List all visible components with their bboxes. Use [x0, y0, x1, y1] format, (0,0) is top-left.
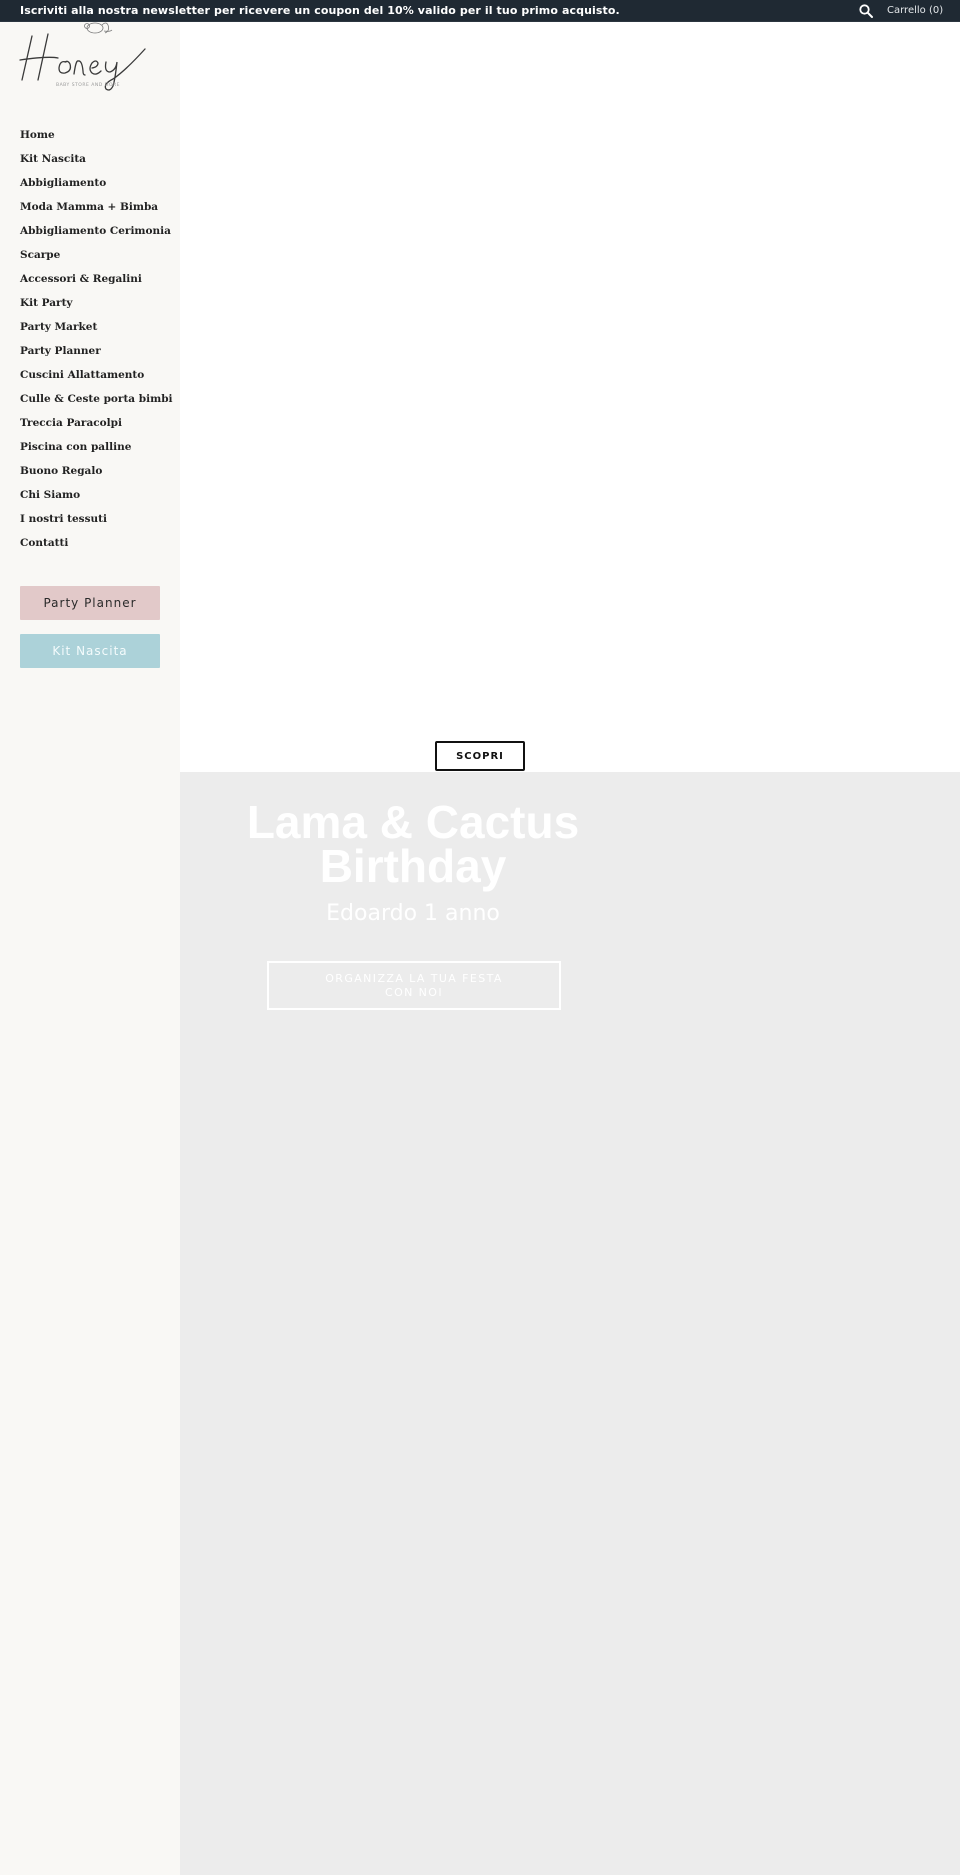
scopri-button[interactable]: SCOPRI [435, 741, 525, 771]
hero-title: Lama & Cactus Birthday [246, 796, 580, 892]
nav-item-abbigliamento[interactable]: Abbigliamento [20, 176, 173, 200]
search-icon[interactable] [858, 3, 874, 19]
nav-item-chi-siamo[interactable]: Chi Siamo [20, 488, 173, 512]
nav-item-moda-mamma-bimba[interactable]: Moda Mamma + Bimba [20, 200, 173, 224]
hero-section [180, 772, 960, 1875]
nav-item-accessori-regalini[interactable]: Accessori & Regalini [20, 272, 173, 296]
logo[interactable]: BABY STORE AND MORE [18, 22, 163, 92]
newsletter-announcement[interactable]: Iscriviti alla nostra newsletter per ric… [20, 4, 620, 17]
announcement-bar: Iscriviti alla nostra newsletter per ric… [0, 0, 960, 22]
nav-item-home[interactable]: Home [20, 128, 173, 152]
nav-item-cuscini-allattamento[interactable]: Cuscini Allattamento [20, 368, 173, 392]
nav-item-contatti[interactable]: Contatti [20, 536, 173, 560]
nav-item-abbigliamento-cerimonia[interactable]: Abbigliamento Cerimonia [20, 224, 173, 248]
hero-subtitle: Edoardo 1 anno [326, 901, 500, 926]
main-banner-area [180, 22, 960, 772]
nav-item-buono-regalo[interactable]: Buono Regalo [20, 464, 173, 488]
nav-item-treccia-paracolpi[interactable]: Treccia Paracolpi [20, 416, 173, 440]
honey-logo-icon: BABY STORE AND MORE [19, 22, 146, 91]
party-planner-button[interactable]: Party Planner [20, 586, 160, 620]
nav-item-party-market[interactable]: Party Market [20, 320, 173, 344]
nav-item-tessuti[interactable]: I nostri tessuti [20, 512, 173, 536]
kit-nascita-button[interactable]: Kit Nascita [20, 634, 160, 668]
sidebar: BABY STORE AND MORE Home Kit Nascita Abb… [0, 0, 180, 1875]
organizza-festa-label: ORGANIZZA LA TUA FESTA CON NOI [325, 971, 503, 999]
nav-item-culle-ceste[interactable]: Culle & Ceste porta bimbi [20, 392, 173, 416]
organizza-festa-button[interactable]: ORGANIZZA LA TUA FESTA CON NOI [267, 961, 561, 1010]
nav-item-party-planner[interactable]: Party Planner [20, 344, 173, 368]
nav-item-kit-nascita[interactable]: Kit Nascita [20, 152, 173, 176]
svg-text:BABY STORE AND MORE: BABY STORE AND MORE [56, 82, 120, 88]
sidebar-nav: Home Kit Nascita Abbigliamento Moda Mamm… [20, 128, 173, 560]
cart-link[interactable]: Carrello (0) [887, 5, 943, 16]
nav-item-piscina-palline[interactable]: Piscina con palline [20, 440, 173, 464]
nav-item-kit-party[interactable]: Kit Party [20, 296, 173, 320]
nav-item-scarpe[interactable]: Scarpe [20, 248, 173, 272]
